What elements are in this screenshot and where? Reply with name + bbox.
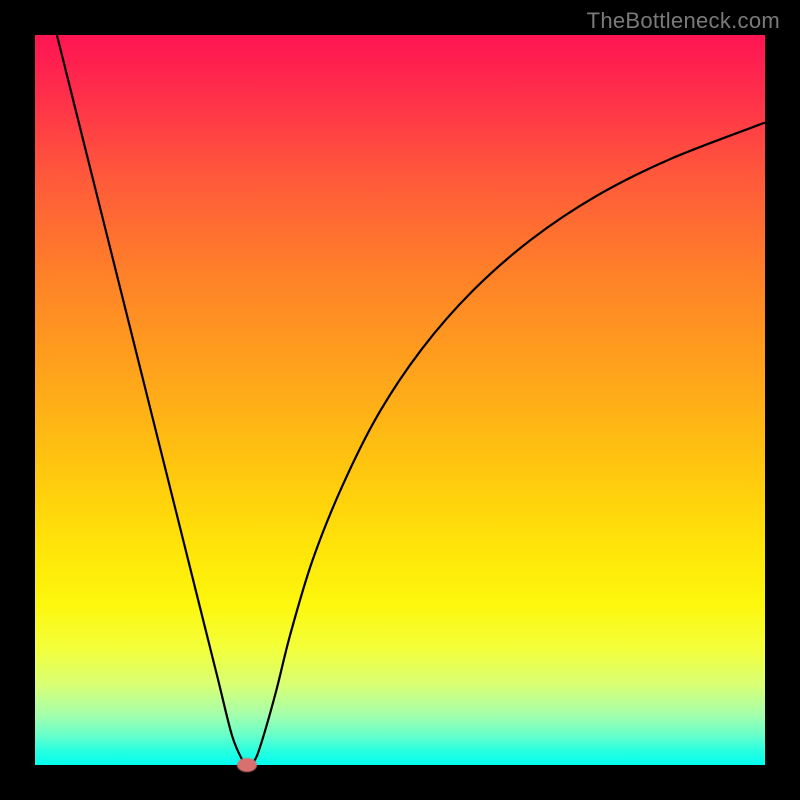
watermark-text: TheBottleneck.com: [587, 8, 780, 34]
bottleneck-curve: [57, 35, 765, 765]
optimum-marker-icon: [237, 758, 257, 772]
chart-frame: TheBottleneck.com: [0, 0, 800, 800]
curve-layer: [35, 35, 765, 765]
